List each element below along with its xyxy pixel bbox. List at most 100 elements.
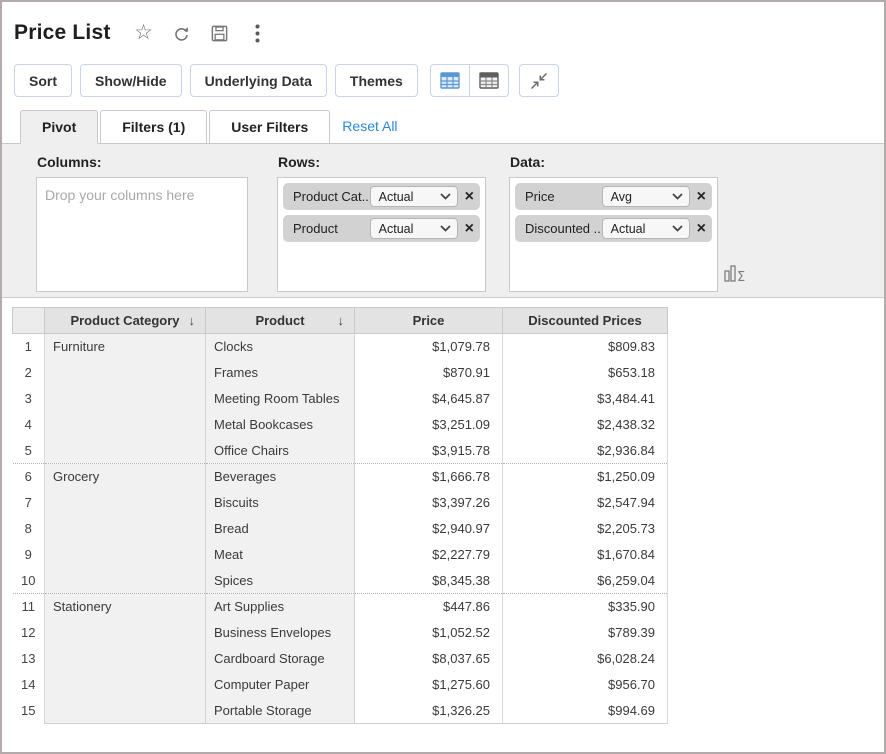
tab-filters[interactable]: Filters (1) [100, 110, 207, 144]
product-cell: Meeting Room Tables [206, 386, 355, 412]
columns-placeholder: Drop your columns here [42, 183, 242, 207]
table-row: 5 Office Chairs $3,915.78 $2,936.84 [13, 438, 668, 464]
price-cell: $2,940.97 [355, 516, 503, 542]
aggregation-dropdown[interactable]: Actual [602, 218, 690, 239]
table-row: 1 Furniture Clocks $1,079.78 $809.83 [13, 334, 668, 360]
row-number: 2 [13, 360, 45, 386]
price-cell: $3,251.09 [355, 412, 503, 438]
discounted-cell: $809.83 [503, 334, 668, 360]
save-icon[interactable] [209, 22, 231, 44]
remove-field-icon[interactable]: × [697, 189, 706, 205]
rows-dropzone[interactable]: Product Cat... Actual × Product Actual × [277, 177, 486, 292]
product-cell: Office Chairs [206, 438, 355, 464]
star-icon[interactable]: ☆ [133, 22, 155, 44]
row-number: 13 [13, 646, 45, 672]
title-actions: ☆ [133, 22, 269, 44]
price-cell: $447.86 [355, 594, 503, 620]
price-cell: $4,645.87 [355, 386, 503, 412]
category-cell [45, 490, 206, 516]
data-dropzone[interactable]: Price Avg × Discounted ... Actual × [509, 177, 718, 292]
pivot-view-icon[interactable] [430, 64, 470, 97]
product-cell: Portable Storage [206, 698, 355, 724]
row-number: 3 [13, 386, 45, 412]
reset-all-link[interactable]: Reset All [342, 118, 397, 134]
pivot-config-panel: Columns: Drop your columns here Rows: Pr… [2, 143, 884, 298]
refresh-icon[interactable] [171, 22, 193, 44]
category-cell: Grocery [45, 464, 206, 490]
sort-desc-icon[interactable]: ↓ [338, 313, 345, 328]
toolbar: Sort Show/Hide Underlying Data Themes [2, 64, 884, 97]
category-cell [45, 672, 206, 698]
row-field-product-category[interactable]: Product Cat... Actual × [283, 183, 480, 210]
category-cell [45, 568, 206, 594]
price-cell: $8,037.65 [355, 646, 503, 672]
product-cell: Clocks [206, 334, 355, 360]
table-row: 6 Grocery Beverages $1,666.78 $1,250.09 [13, 464, 668, 490]
discounted-cell: $994.69 [503, 698, 668, 724]
price-cell: $2,227.79 [355, 542, 503, 568]
discounted-cell: $2,205.73 [503, 516, 668, 542]
data-field-price[interactable]: Price Avg × [515, 183, 712, 210]
table-row: 7 Biscuits $3,397.26 $2,547.94 [13, 490, 668, 516]
underlying-data-button[interactable]: Underlying Data [190, 64, 327, 97]
row-number: 11 [13, 594, 45, 620]
header-price[interactable]: Price [355, 308, 503, 334]
row-number: 4 [13, 412, 45, 438]
row-number: 10 [13, 568, 45, 594]
columns-section: Columns: Drop your columns here [36, 151, 248, 297]
svg-text:Σ: Σ [737, 270, 745, 282]
category-cell [45, 620, 206, 646]
remove-field-icon[interactable]: × [697, 221, 706, 237]
category-cell [45, 698, 206, 724]
price-cell: $870.91 [355, 360, 503, 386]
themes-button[interactable]: Themes [335, 64, 418, 97]
sort-desc-icon[interactable]: ↓ [189, 313, 196, 328]
category-cell: Furniture [45, 334, 206, 360]
product-cell: Frames [206, 360, 355, 386]
header-product-category[interactable]: Product Category ↓ [45, 308, 206, 334]
show-hide-button[interactable]: Show/Hide [80, 64, 182, 97]
header-product[interactable]: Product ↓ [206, 308, 355, 334]
row-number: 7 [13, 490, 45, 516]
price-cell: $8,345.38 [355, 568, 503, 594]
aggregation-dropdown[interactable]: Actual [370, 186, 458, 207]
aggregation-dropdown[interactable]: Actual [370, 218, 458, 239]
tab-pivot[interactable]: Pivot [20, 110, 98, 144]
price-cell: $1,079.78 [355, 334, 503, 360]
table-header-row: Product Category ↓ Product ↓ Price Disco… [13, 308, 668, 334]
view-toggle-group [430, 64, 509, 97]
discounted-cell: $2,547.94 [503, 490, 668, 516]
category-cell [45, 438, 206, 464]
tabular-view-icon[interactable] [469, 64, 509, 97]
row-number: 12 [13, 620, 45, 646]
tab-user-filters[interactable]: User Filters [209, 110, 330, 144]
product-cell: Spices [206, 568, 355, 594]
data-section: Data: Price Avg × Discounted ... Actual [509, 151, 718, 297]
summary-sigma-icon[interactable]: Σ [724, 263, 748, 287]
product-cell: Cardboard Storage [206, 646, 355, 672]
row-number: 15 [13, 698, 45, 724]
sort-button[interactable]: Sort [14, 64, 72, 97]
more-options-icon[interactable] [247, 22, 269, 44]
data-label: Data: [510, 154, 718, 170]
product-cell: Beverages [206, 464, 355, 490]
remove-field-icon[interactable]: × [465, 221, 474, 237]
page-title: Price List [14, 21, 111, 45]
header-discounted-prices[interactable]: Discounted Prices [503, 308, 668, 334]
data-field-discounted[interactable]: Discounted ... Actual × [515, 215, 712, 242]
columns-dropzone[interactable]: Drop your columns here [36, 177, 248, 292]
discounted-cell: $1,250.09 [503, 464, 668, 490]
remove-field-icon[interactable]: × [465, 189, 474, 205]
collapse-icon[interactable] [519, 64, 559, 97]
table-row: 15 Portable Storage $1,326.25 $994.69 [13, 698, 668, 724]
row-number: 9 [13, 542, 45, 568]
product-cell: Meat [206, 542, 355, 568]
columns-label: Columns: [37, 154, 248, 170]
discounted-cell: $6,259.04 [503, 568, 668, 594]
rows-label: Rows: [278, 154, 486, 170]
aggregation-dropdown[interactable]: Avg [602, 186, 690, 207]
product-cell: Metal Bookcases [206, 412, 355, 438]
row-field-product[interactable]: Product Actual × [283, 215, 480, 242]
chevron-down-icon [440, 193, 451, 200]
price-cell: $1,052.52 [355, 620, 503, 646]
